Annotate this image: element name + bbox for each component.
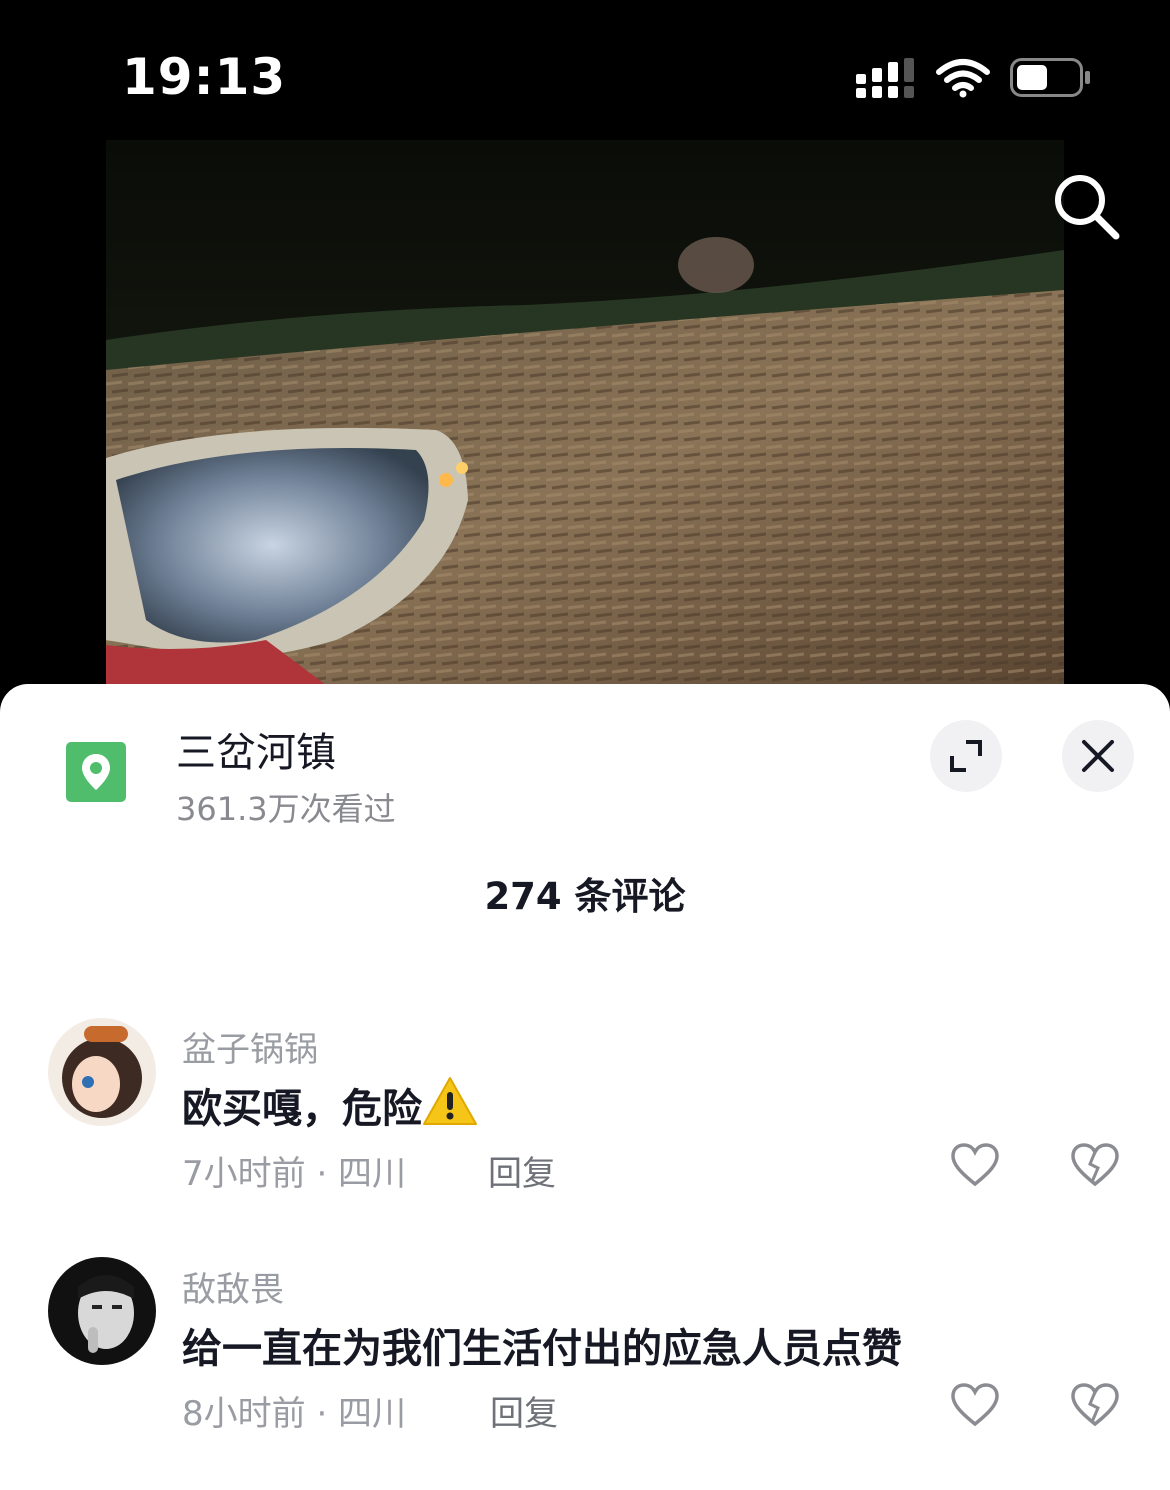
status-bar: 19:13 <box>0 0 1170 140</box>
comment-meta: 7小时前 · 四川 <box>182 1154 407 1194</box>
close-button[interactable] <box>1062 720 1134 792</box>
expand-icon <box>950 740 982 772</box>
comment-meta: 8小时前 · 四川 <box>182 1394 407 1434</box>
comment-text: 给一直在为我们生活付出的应急人员点赞 <box>182 1326 902 1372</box>
comment-count: 274 条评论 <box>484 875 686 918</box>
location-views: 361.3万次看过 <box>176 790 396 828</box>
video-frame-image <box>106 140 1064 685</box>
expand-button[interactable] <box>930 720 1002 792</box>
close-icon <box>1082 740 1114 772</box>
location-pin-icon <box>66 742 126 802</box>
reply-button[interactable]: 回复 <box>488 1146 556 1195</box>
comment-item: 盆子锅锅 欧买嘎，危险 7小时前 · 四川 回复 <box>0 1014 1170 1214</box>
warning-icon <box>423 1077 477 1125</box>
comment-username[interactable]: 敌敌畏 <box>182 1262 284 1311</box>
like-heart-icon[interactable] <box>950 1382 1000 1428</box>
comment-text: 欧买嘎，危险 <box>182 1076 478 1134</box>
avatar[interactable] <box>48 1018 156 1126</box>
comment-text-content: 欧买嘎，危险 <box>182 1086 422 1132</box>
video-player[interactable] <box>106 140 1064 685</box>
search-icon[interactable] <box>1050 170 1122 242</box>
comment-item: 敌敌畏 给一直在为我们生活付出的应急人员点赞 8小时前 · 四川 回复 <box>0 1254 1170 1454</box>
dislike-broken-heart-icon[interactable] <box>1070 1142 1120 1188</box>
comment-username[interactable]: 盆子锅锅 <box>182 1022 318 1071</box>
comments-sheet: 三岔河镇 361.3万次看过 274 条评论 盆子锅锅 欧买嘎，危险 7小时前 … <box>0 684 1170 1490</box>
cellular-signal-icon <box>856 58 914 98</box>
status-time: 19:13 <box>122 48 287 106</box>
dislike-broken-heart-icon[interactable] <box>1070 1382 1120 1428</box>
avatar[interactable] <box>48 1257 156 1365</box>
like-heart-icon[interactable] <box>950 1142 1000 1188</box>
reply-button[interactable]: 回复 <box>490 1386 558 1435</box>
battery-icon <box>1010 58 1090 97</box>
wifi-icon <box>936 59 990 98</box>
location-name[interactable]: 三岔河镇 <box>176 720 336 778</box>
